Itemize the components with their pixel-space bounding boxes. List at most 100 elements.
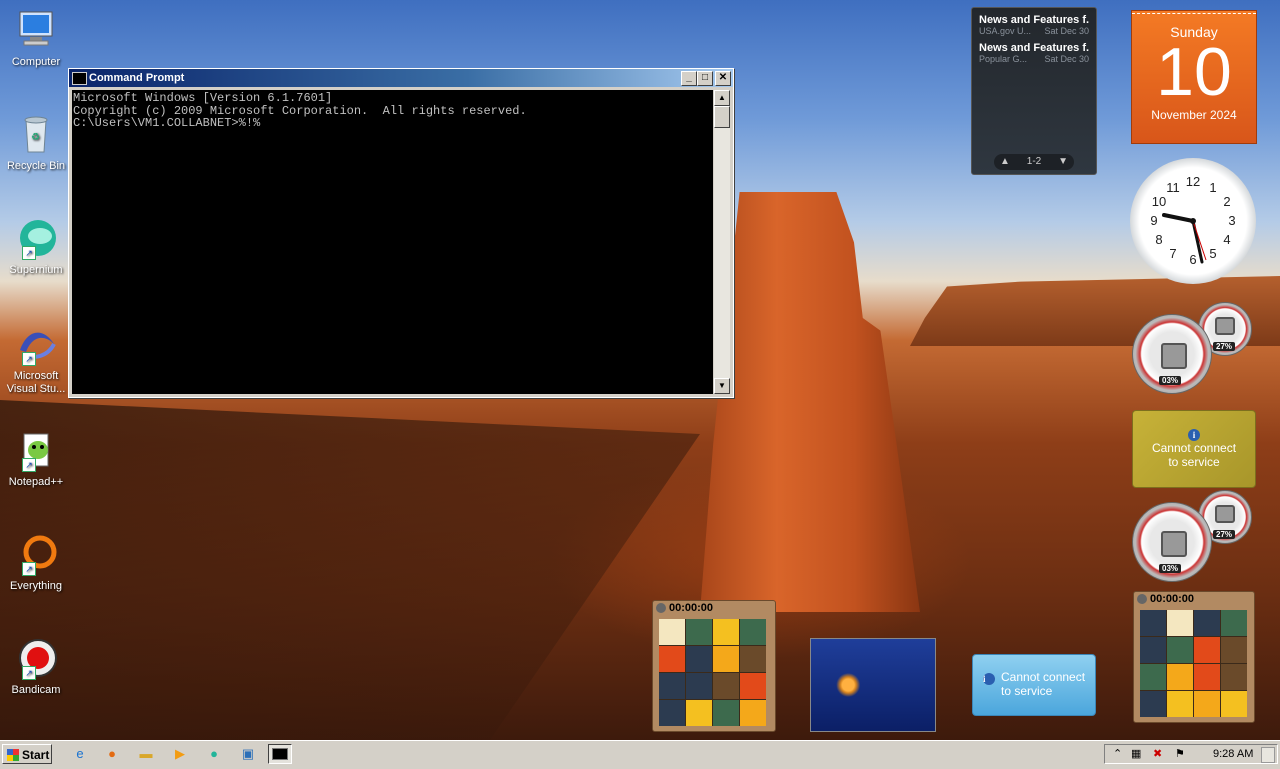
info-icon: i	[1188, 429, 1200, 441]
visual-studio-icon: ↗	[14, 322, 58, 366]
cpu-value: 03%	[1159, 376, 1182, 385]
news-headline: News and Features f...	[979, 42, 1089, 54]
news-gadget[interactable]: News and Features f... USA.gov U... Sat D…	[971, 7, 1097, 175]
start-button[interactable]: Start	[2, 744, 52, 764]
puzzle-grid[interactable]	[1140, 610, 1247, 717]
desktop-icon-notepadpp[interactable]: ↗ Notepad++	[4, 428, 68, 489]
desktop-icon-recycle-bin[interactable]: ♻ Recycle Bin	[4, 112, 68, 173]
supernium-icon: ↗	[14, 216, 58, 260]
clock-number: 8	[1155, 232, 1162, 247]
news-source: USA.gov U...	[979, 26, 1032, 36]
show-hidden-icons-icon[interactable]: ⌃	[1113, 745, 1122, 763]
everything-icon: ↗	[14, 532, 58, 576]
shortcut-arrow-icon: ↗	[22, 666, 36, 680]
news-pager: ▲ 1-2 ▼	[994, 154, 1074, 170]
wallpaper-shadow	[0, 400, 700, 740]
notepadpp-icon: ↗	[14, 428, 58, 472]
scroll-thumb[interactable]	[714, 106, 730, 128]
scroll-up-icon[interactable]: ▲	[714, 90, 730, 106]
weather-gadget[interactable]: i Cannot connect to service	[1132, 410, 1256, 488]
clock-number: 10	[1152, 194, 1166, 209]
timer-icon	[656, 603, 666, 613]
desktop-icon-label: Bandicam	[11, 684, 61, 696]
clock-face: 12 1 2 3 4 5 6 7 8 9 10 11	[1150, 174, 1235, 267]
puzzle-grid[interactable]	[659, 619, 766, 726]
shortcut-arrow-icon: ↗	[22, 246, 36, 260]
volume-muted-icon[interactable]: ✖	[1153, 745, 1162, 763]
news-item[interactable]: News and Features f... Popular G... Sat D…	[972, 36, 1096, 64]
desktop-icon-label: Computer	[11, 56, 61, 68]
console-line: Microsoft Windows [Version 6.1.7601]	[73, 91, 333, 105]
clock-number: 7	[1169, 246, 1176, 261]
recycle-bin-icon: ♻	[14, 112, 58, 156]
taskbar: Start e ● ▬ ▶ ● ▣ ⌃ ▦ ✖ ⚑ 9:28 AM	[0, 740, 1280, 769]
computer-icon	[14, 8, 58, 52]
remote-desktop-icon[interactable]: ▣	[236, 744, 260, 764]
desktop: Computer ♻ Recycle Bin ↗ Supernium ↗ Mic…	[0, 0, 1280, 740]
clock-pin	[1190, 218, 1196, 224]
command-prompt-window[interactable]: Command Prompt _ □ ✕ Microsoft Windows […	[68, 68, 734, 398]
svg-text:♻: ♻	[31, 132, 40, 143]
action-center-flag-icon[interactable]: ⚑	[1175, 745, 1185, 763]
window-title: Command Prompt	[89, 72, 185, 84]
news-item[interactable]: News and Features f... USA.gov U... Sat D…	[972, 8, 1096, 36]
memory-value: 27%	[1213, 530, 1236, 539]
memory-value: 27%	[1213, 342, 1236, 351]
desktop-icon-computer[interactable]: Computer	[4, 8, 68, 69]
close-button[interactable]: ✕	[715, 71, 731, 86]
windows-logo-icon	[7, 749, 19, 761]
console-line: C:\Users\VM1.COLLABNET>%!%	[73, 116, 261, 130]
explorer-folder-icon[interactable]: ▬	[134, 744, 158, 764]
picture-puzzle-gadget[interactable]: 00:00:00	[652, 600, 776, 732]
weather-message: Cannot connect to service	[1001, 670, 1086, 698]
pager-label: 1-2	[1026, 156, 1042, 167]
news-headline: News and Features f...	[979, 14, 1089, 26]
pager-prev-icon[interactable]: ▲	[1000, 154, 1010, 170]
desktop-icon-label: Everything	[10, 580, 62, 592]
supernium-icon[interactable]: ●	[202, 744, 226, 764]
desktop-icon-bandicam[interactable]: ↗ Bandicam	[4, 636, 68, 697]
clock-number: 2	[1223, 194, 1230, 209]
window-titlebar[interactable]: Command Prompt _ □ ✕	[69, 69, 733, 87]
media-player-icon[interactable]: ▶	[168, 744, 192, 764]
system-tray: ⌃ ▦ ✖ ⚑ 9:28 AM	[1104, 744, 1278, 764]
minimize-button[interactable]: _	[681, 71, 697, 86]
clock-number: 6	[1189, 252, 1196, 267]
calendar-rings	[1132, 7, 1256, 14]
slideshow-gadget[interactable]	[810, 638, 936, 732]
vertical-scrollbar[interactable]: ▲ ▼	[714, 90, 730, 394]
weather-gadget[interactable]: i Cannot connect to service	[972, 654, 1096, 716]
console-output[interactable]: Microsoft Windows [Version 6.1.7601] Copy…	[72, 90, 713, 394]
show-desktop-button[interactable]	[1261, 747, 1275, 763]
calendar-day: 10	[1156, 34, 1232, 110]
network-icon[interactable]: ▦	[1131, 745, 1141, 763]
puzzle-timer: 00:00:00	[669, 602, 714, 614]
maximize-button[interactable]: □	[697, 71, 713, 86]
memory-chip-icon	[1215, 505, 1235, 523]
shortcut-arrow-icon: ↗	[22, 562, 36, 576]
timer-icon	[1137, 594, 1147, 604]
cpu-meter[interactable]: 03%	[1132, 314, 1212, 394]
firefox-icon[interactable]: ●	[100, 744, 124, 764]
picture-puzzle-gadget[interactable]: 00:00:00	[1133, 591, 1255, 723]
clock-gadget[interactable]: 12 1 2 3 4 5 6 7 8 9 10 11	[1130, 158, 1256, 284]
news-source: Popular G...	[979, 54, 1028, 64]
cpu-meter[interactable]: 03%	[1132, 502, 1212, 582]
info-icon: i	[983, 673, 995, 685]
cmd-icon	[272, 748, 288, 760]
clock-number: 4	[1223, 232, 1230, 247]
desktop-icon-visual-studio[interactable]: ↗ Microsoft Visual Stu...	[4, 322, 68, 396]
desktop-icon-supernium[interactable]: ↗ Supernium	[4, 216, 68, 277]
desktop-icon-everything[interactable]: ↗ Everything	[4, 532, 68, 593]
calendar-gadget[interactable]: Sunday 10 November 2024	[1131, 10, 1257, 144]
desktop-icon-label: Recycle Bin	[6, 160, 66, 172]
ie-icon[interactable]: e	[68, 744, 92, 764]
shortcut-arrow-icon: ↗	[22, 352, 36, 366]
clock-time[interactable]: 9:28 AM	[1213, 745, 1253, 763]
pager-next-icon[interactable]: ▼	[1058, 154, 1068, 170]
clock-number: 3	[1228, 213, 1235, 228]
clock-number: 5	[1209, 246, 1216, 261]
cmd-taskbar-button[interactable]	[268, 744, 292, 764]
news-date: Sat Dec 30	[1044, 54, 1089, 64]
scroll-down-icon[interactable]: ▼	[714, 378, 730, 394]
